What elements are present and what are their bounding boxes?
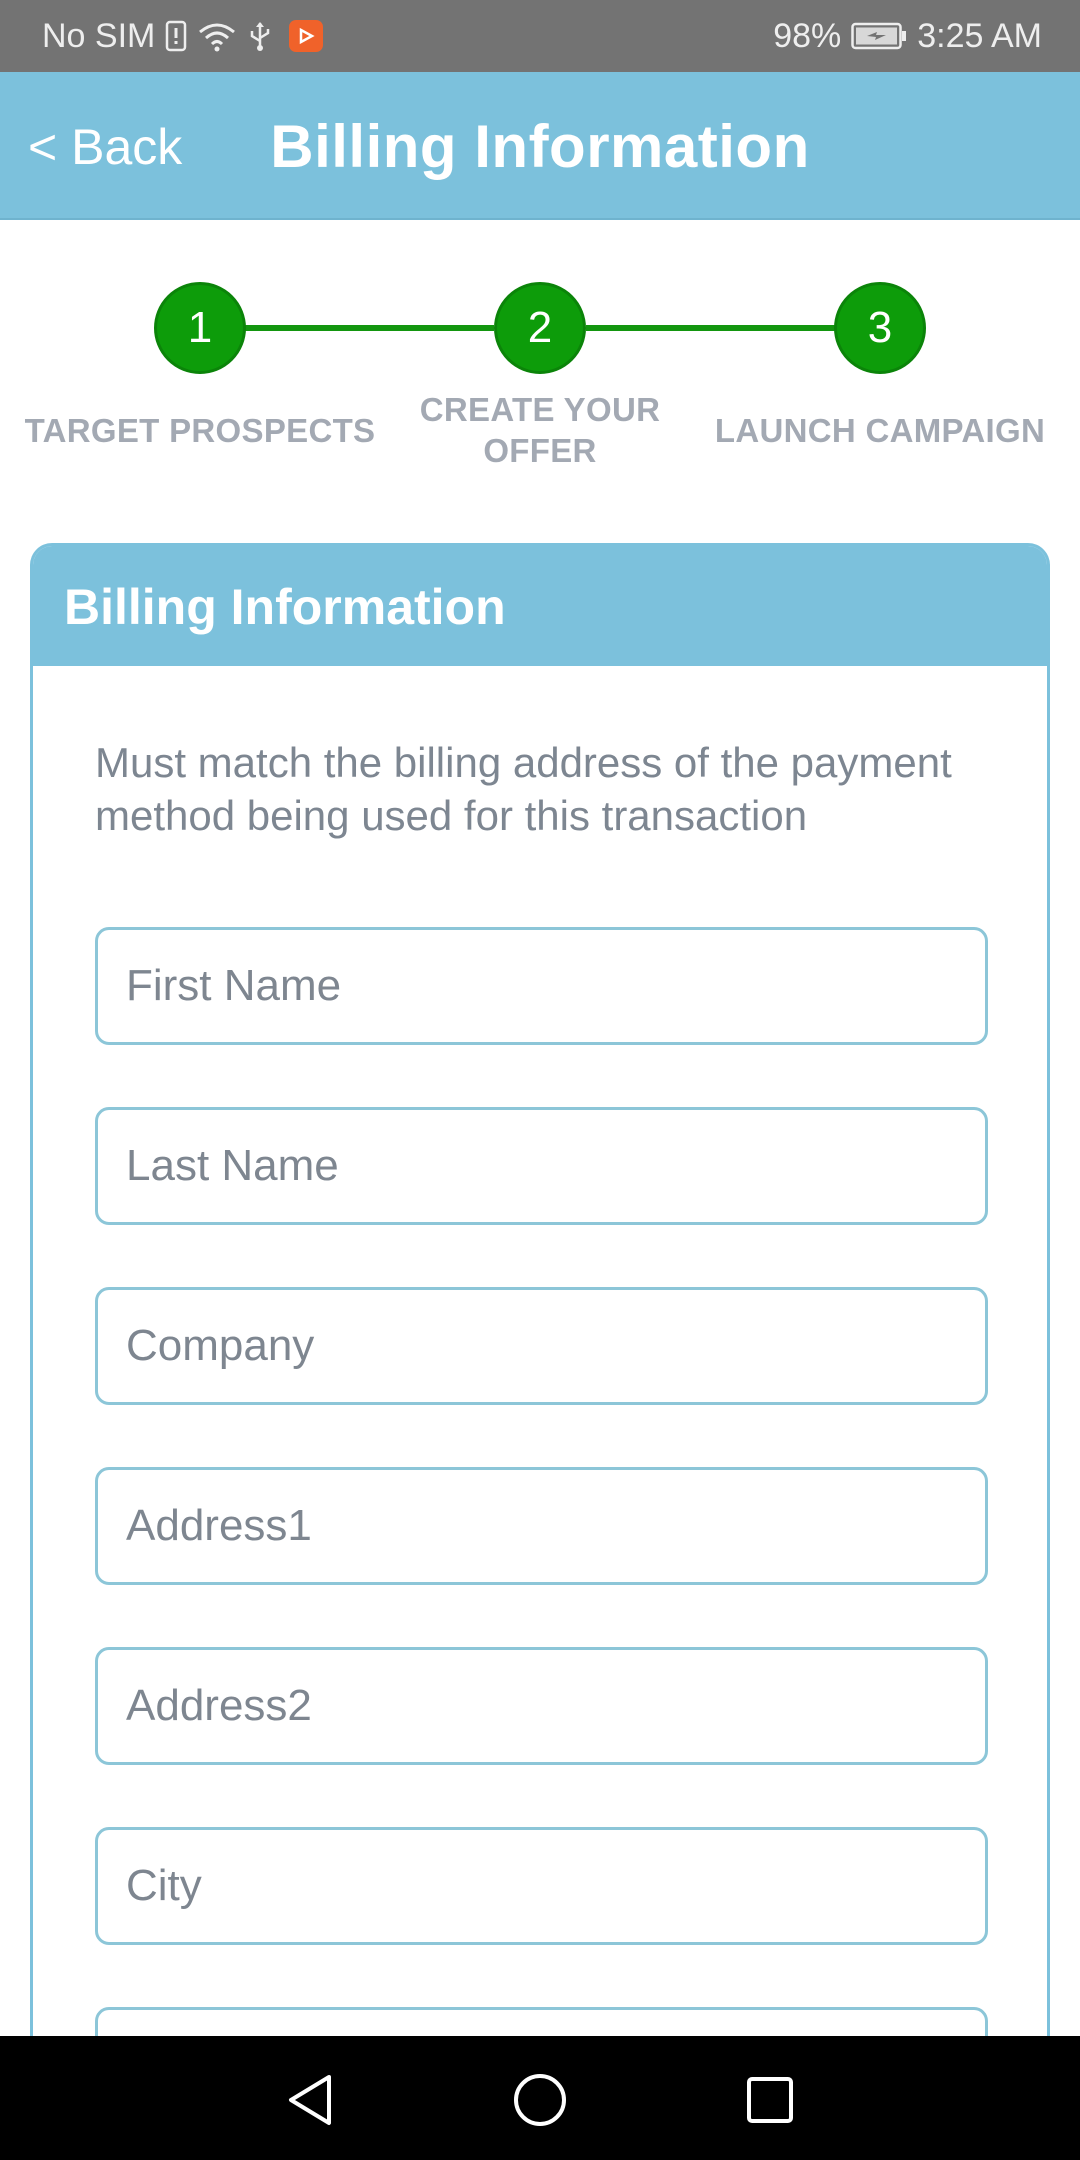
sim-alert-icon — [165, 20, 187, 52]
address1-field[interactable] — [95, 1467, 988, 1585]
app-notification-icon — [289, 20, 324, 52]
step-2-label: CREATE YOUR OFFER — [390, 389, 690, 471]
app-screen: No SIM 98% 3:25 AM < Back Billing Inform — [0, 0, 1080, 2160]
city-field[interactable] — [95, 1827, 988, 1945]
card-title: Billing Information — [33, 546, 1047, 666]
step-1-label-text: TARGET PROSPECTS — [24, 412, 376, 449]
battery-percent: 98% — [773, 16, 842, 55]
step-3-label-text: LAUNCH CAMPAIGN — [714, 412, 1046, 449]
recents-square-icon[interactable] — [740, 2070, 800, 2130]
step-1-circle[interactable]: 1 — [154, 282, 246, 374]
company-field[interactable] — [95, 1287, 988, 1405]
address2-field[interactable] — [95, 1647, 988, 1765]
last-name-field[interactable] — [95, 1107, 988, 1225]
battery-charging-icon — [851, 22, 907, 50]
step-2-label-line1: CREATE YOUR — [419, 391, 661, 428]
progress-stepper: 1 2 3 TARGET PROSPECTS CREATE YOUR OFFER… — [0, 220, 1080, 520]
page-title: Billing Information — [270, 113, 810, 180]
billing-description: Must match the billing address of the pa… — [95, 739, 952, 839]
step-3-label: LAUNCH CAMPAIGN — [680, 410, 1080, 451]
clock: 3:25 AM — [917, 16, 1042, 55]
wifi-icon — [197, 20, 237, 52]
status-bar: No SIM 98% 3:25 AM — [0, 0, 1080, 72]
status-left: No SIM — [42, 16, 324, 56]
first-name-field[interactable] — [95, 927, 988, 1045]
usb-icon — [247, 20, 273, 52]
step-2-circle[interactable]: 2 — [494, 282, 586, 374]
back-triangle-icon[interactable] — [280, 2070, 340, 2130]
home-circle-icon[interactable] — [510, 2070, 570, 2130]
step-2-label-line2: OFFER — [483, 432, 597, 469]
status-right: 98% 3:25 AM — [773, 17, 1042, 56]
carrier-text: No SIM — [42, 16, 156, 55]
step-1-label: TARGET PROSPECTS — [0, 410, 400, 451]
billing-card: Billing Information Must match the billi… — [30, 543, 1050, 2043]
app-header: < Back Billing Information — [0, 72, 1080, 220]
step-3-circle[interactable]: 3 — [834, 282, 926, 374]
system-nav-bar — [0, 2036, 1080, 2160]
